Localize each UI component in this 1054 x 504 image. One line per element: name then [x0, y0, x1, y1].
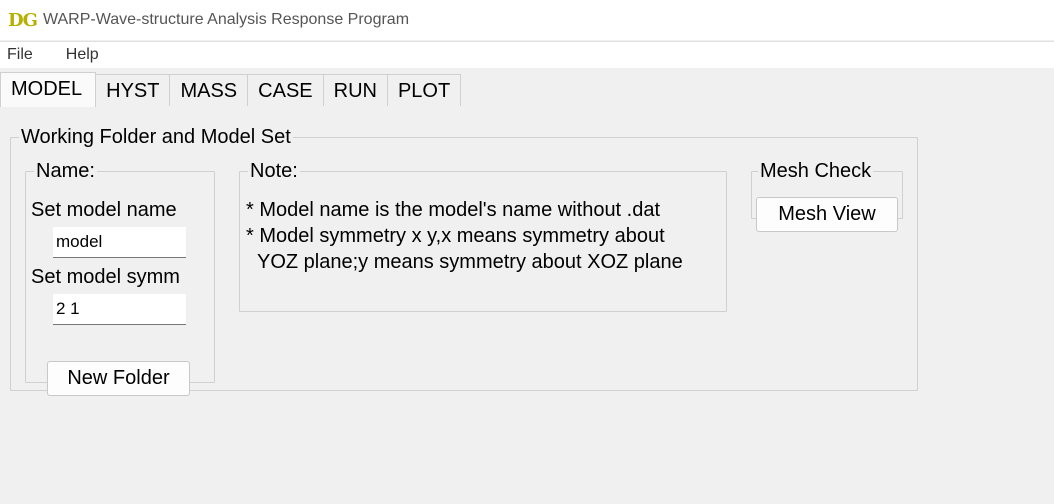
- note-group-title: Note:: [250, 160, 298, 182]
- tab-model[interactable]: MODEL: [0, 72, 97, 107]
- mesh-view-button[interactable]: Mesh View: [756, 197, 898, 232]
- tab-strip: MODEL HYST MASS CASE RUN PLOT: [0, 72, 462, 107]
- tab-hyst[interactable]: HYST: [95, 74, 171, 106]
- tab-plot[interactable]: PLOT: [386, 74, 462, 106]
- model-symm-label: Set model symm: [31, 266, 180, 288]
- note-group: Note: * Model name is the model's name w…: [239, 161, 727, 312]
- note-line-1: * Model name is the model's name without…: [246, 199, 661, 221]
- app-logo-icon: DG: [8, 9, 38, 31]
- mesh-check-group: Mesh Check Mesh View: [751, 160, 903, 232]
- menu-help[interactable]: Help: [66, 46, 99, 64]
- name-group: Name: Set model name Set model symm New …: [25, 160, 215, 396]
- tab-run[interactable]: RUN: [322, 74, 388, 106]
- window-title: WARP-Wave-structure Analysis Response Pr…: [42, 11, 410, 28]
- title-bar: DG WARP-Wave-structure Analysis Response…: [0, 0, 1054, 40]
- model-name-label: Set model name: [31, 199, 177, 221]
- model-tab-panel: Working Folder and Model Set Name: Set m…: [0, 107, 1054, 504]
- mesh-check-title: Mesh Check: [760, 160, 872, 182]
- note-line-2: * Model symmetry x y,x means symmetry ab…: [246, 225, 665, 247]
- name-group-title: Name:: [36, 160, 95, 182]
- menu-bar: File Help: [0, 41, 1054, 68]
- tab-case[interactable]: CASE: [247, 74, 324, 106]
- model-name-input[interactable]: [53, 227, 186, 258]
- note-line-3: YOZ plane;y means symmetry about XOZ pla…: [257, 251, 683, 273]
- new-folder-button[interactable]: New Folder: [47, 361, 190, 396]
- model-symm-input[interactable]: [53, 294, 186, 325]
- working-folder-group-title: Working Folder and Model Set: [21, 126, 291, 148]
- menu-file[interactable]: File: [7, 46, 33, 64]
- tab-mass[interactable]: MASS: [169, 74, 249, 106]
